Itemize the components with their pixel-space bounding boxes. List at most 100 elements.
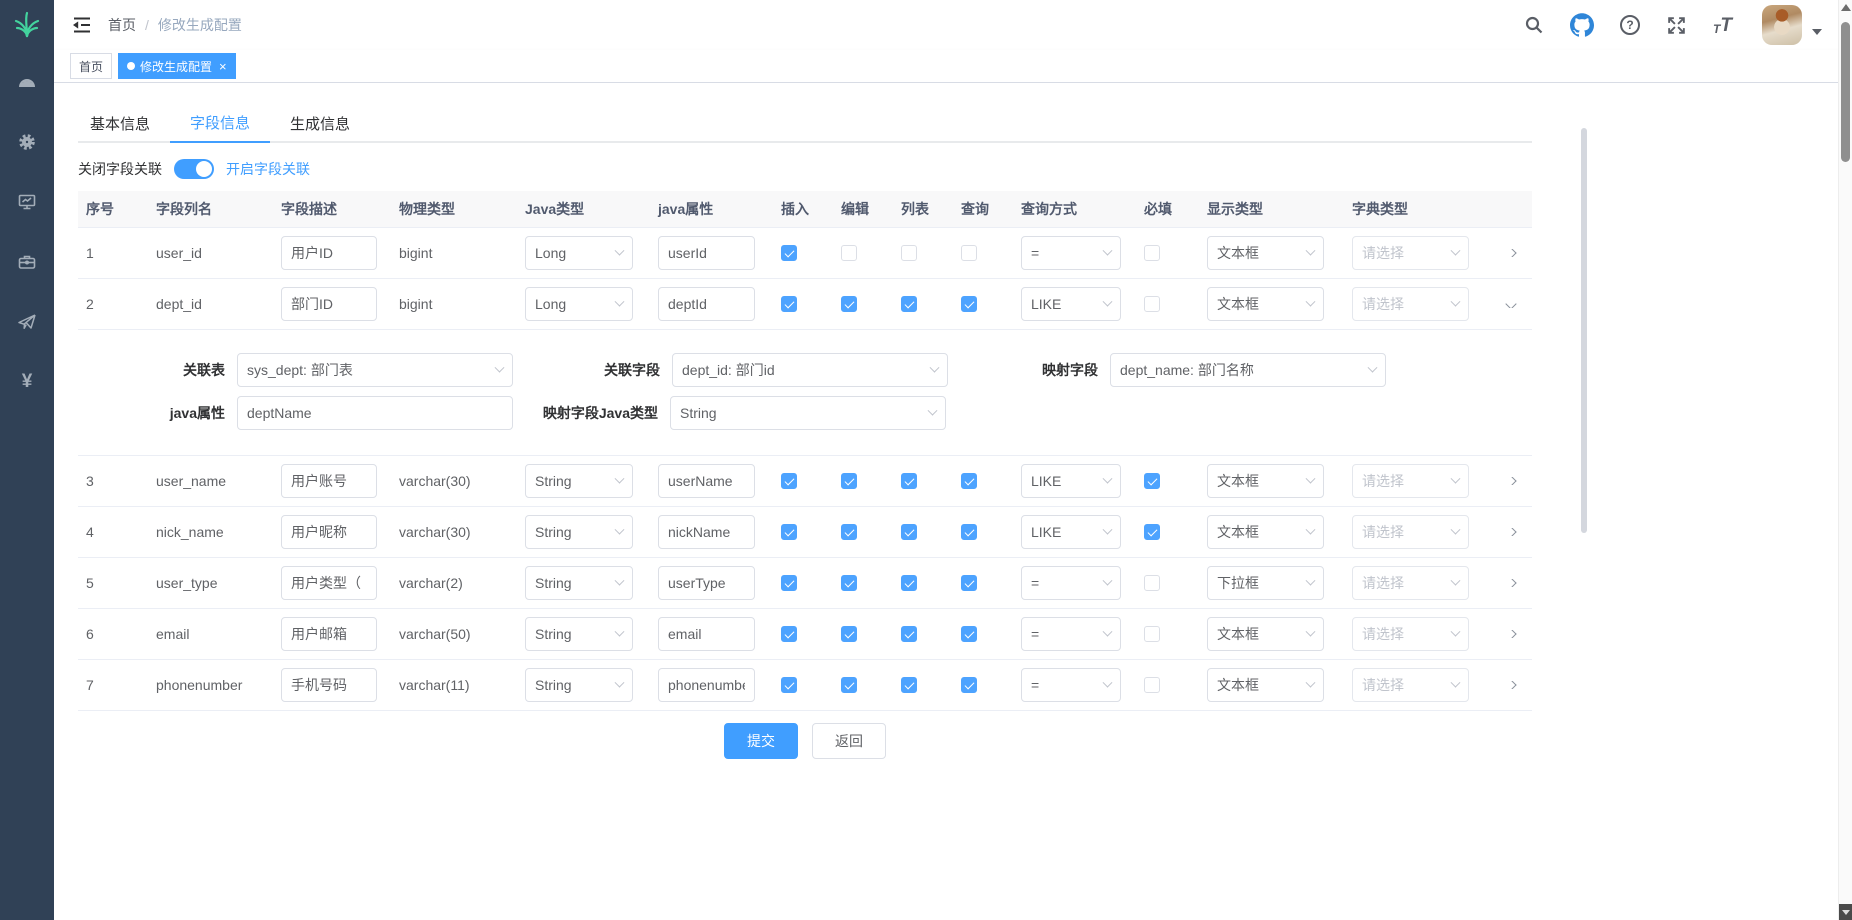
query-checkbox[interactable]	[961, 677, 977, 693]
sidebar-item-dashboard[interactable]	[0, 54, 54, 110]
relation-field-select[interactable]: dept_id: 部门id	[672, 353, 948, 387]
sidebar-fold-icon[interactable]	[72, 16, 92, 34]
list-checkbox[interactable]	[901, 575, 917, 591]
user-menu[interactable]	[1762, 5, 1822, 45]
java-type-select[interactable]: String	[525, 566, 633, 600]
required-checkbox[interactable]	[1144, 296, 1160, 312]
page-scrollbar[interactable]	[1838, 0, 1852, 920]
query-type-select[interactable]: =	[1021, 617, 1121, 651]
collapse-row-icon[interactable]	[1505, 300, 1516, 308]
tag-home[interactable]: 首页	[70, 53, 112, 79]
relation-toggle-link[interactable]: 开启字段关联	[226, 159, 310, 179]
expand-row-icon[interactable]	[1505, 579, 1516, 587]
tab-generate-info[interactable]: 生成信息	[270, 103, 370, 143]
tab-basic-info[interactable]: 基本信息	[78, 103, 170, 143]
github-icon[interactable]	[1570, 13, 1594, 37]
expand-row-icon[interactable]	[1505, 528, 1516, 536]
java-field-input[interactable]	[658, 464, 755, 498]
relation-table-select[interactable]: sys_dept: 部门表	[237, 353, 513, 387]
column-desc-input[interactable]	[281, 236, 377, 270]
edit-checkbox[interactable]	[841, 473, 857, 489]
required-checkbox[interactable]	[1144, 575, 1160, 591]
dict-type-select[interactable]: 请选择	[1352, 236, 1469, 270]
java-field-input[interactable]	[658, 236, 755, 270]
dict-type-select[interactable]: 请选择	[1352, 515, 1469, 549]
column-desc-input[interactable]	[281, 668, 377, 702]
tag-current[interactable]: 修改生成配置 ×	[118, 53, 236, 79]
dict-type-select[interactable]: 请选择	[1352, 464, 1469, 498]
dict-type-select[interactable]: 请选择	[1352, 668, 1469, 702]
java-field-input[interactable]	[658, 515, 755, 549]
java-attr-input[interactable]	[237, 396, 513, 430]
java-type-select[interactable]: Long	[525, 287, 633, 321]
query-checkbox[interactable]	[961, 296, 977, 312]
sidebar-item-guide[interactable]	[0, 294, 54, 350]
required-checkbox[interactable]	[1144, 524, 1160, 540]
required-checkbox[interactable]	[1144, 245, 1160, 261]
search-icon[interactable]	[1524, 15, 1544, 35]
query-checkbox[interactable]	[961, 575, 977, 591]
html-type-select[interactable]: 文本框	[1207, 236, 1324, 270]
edit-checkbox[interactable]	[841, 296, 857, 312]
html-type-select[interactable]: 下拉框	[1207, 566, 1324, 600]
html-type-select[interactable]: 文本框	[1207, 287, 1324, 321]
html-type-select[interactable]: 文本框	[1207, 668, 1324, 702]
column-desc-input[interactable]	[281, 515, 377, 549]
dict-type-select[interactable]: 请选择	[1352, 617, 1469, 651]
java-field-input[interactable]	[658, 668, 755, 702]
sidebar-item-tool[interactable]	[0, 234, 54, 290]
java-type-select[interactable]: Long	[525, 236, 633, 270]
scroll-down-arrow-icon[interactable]	[1839, 904, 1852, 920]
list-checkbox[interactable]	[901, 524, 917, 540]
table-scrollbar-thumb[interactable]	[1581, 128, 1587, 533]
fullscreen-icon[interactable]	[1666, 15, 1687, 36]
expand-row-icon[interactable]	[1505, 249, 1516, 257]
query-checkbox[interactable]	[961, 626, 977, 642]
edit-checkbox[interactable]	[841, 677, 857, 693]
dict-type-select[interactable]: 请选择	[1352, 287, 1469, 321]
insert-checkbox[interactable]	[781, 626, 797, 642]
list-checkbox[interactable]	[901, 296, 917, 312]
java-field-input[interactable]	[658, 287, 755, 321]
column-desc-input[interactable]	[281, 617, 377, 651]
sidebar-item-monitor[interactable]	[0, 174, 54, 230]
list-checkbox[interactable]	[901, 626, 917, 642]
java-field-input[interactable]	[658, 566, 755, 600]
app-logo[interactable]	[0, 0, 54, 50]
edit-checkbox[interactable]	[841, 575, 857, 591]
avatar[interactable]	[1762, 5, 1802, 45]
column-desc-input[interactable]	[281, 287, 377, 321]
scroll-up-arrow-icon[interactable]	[1841, 4, 1851, 11]
page-scrollbar-thumb[interactable]	[1841, 22, 1850, 162]
tab-field-info[interactable]: 字段信息	[170, 103, 270, 143]
query-type-select[interactable]: LIKE	[1021, 287, 1121, 321]
edit-checkbox[interactable]	[841, 524, 857, 540]
mapping-java-type-select[interactable]: String	[670, 396, 946, 430]
query-checkbox[interactable]	[961, 473, 977, 489]
insert-checkbox[interactable]	[781, 524, 797, 540]
query-type-select[interactable]: =	[1021, 566, 1121, 600]
help-icon[interactable]	[1620, 15, 1640, 35]
insert-checkbox[interactable]	[781, 575, 797, 591]
mapping-field-select[interactable]: dept_name: 部门名称	[1110, 353, 1386, 387]
java-type-select[interactable]: String	[525, 515, 633, 549]
html-type-select[interactable]: 文本框	[1207, 464, 1324, 498]
required-checkbox[interactable]	[1144, 677, 1160, 693]
insert-checkbox[interactable]	[781, 245, 797, 261]
java-type-select[interactable]: String	[525, 668, 633, 702]
sidebar-item-system[interactable]	[0, 114, 54, 170]
html-type-select[interactable]: 文本框	[1207, 515, 1324, 549]
edit-checkbox[interactable]	[841, 626, 857, 642]
html-type-select[interactable]: 文本框	[1207, 617, 1324, 651]
list-checkbox[interactable]	[901, 677, 917, 693]
required-checkbox[interactable]	[1144, 626, 1160, 642]
expand-row-icon[interactable]	[1505, 681, 1516, 689]
insert-checkbox[interactable]	[781, 473, 797, 489]
relation-toggle-switch[interactable]	[174, 159, 214, 179]
query-type-select[interactable]: LIKE	[1021, 464, 1121, 498]
query-type-select[interactable]: LIKE	[1021, 515, 1121, 549]
column-desc-input[interactable]	[281, 464, 377, 498]
expand-row-icon[interactable]	[1505, 630, 1516, 638]
edit-checkbox[interactable]	[841, 245, 857, 261]
sidebar-item-finance[interactable]: ¥	[0, 354, 54, 410]
